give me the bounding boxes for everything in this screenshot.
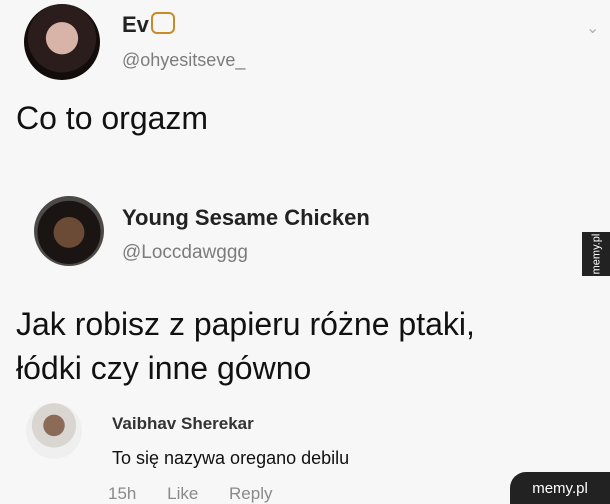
comment-text: To się nazywa oregano debilu bbox=[112, 448, 350, 468]
avatar[interactable] bbox=[34, 196, 104, 266]
display-name[interactable]: Ev bbox=[122, 12, 175, 38]
tweet-text-line: łódki czy inne gówno bbox=[16, 350, 312, 386]
commenter-avatar[interactable] bbox=[26, 403, 82, 459]
watermark-corner: memy.pl bbox=[510, 472, 610, 504]
tweet-text-line: Jak robisz z papieru różne ptaki, bbox=[16, 306, 475, 342]
comment-time: 15h bbox=[108, 484, 137, 503]
display-name-text: Ev bbox=[122, 12, 149, 37]
user-handle[interactable]: @Loccdawggg bbox=[122, 242, 248, 264]
tweet-text: Co to orgazm bbox=[16, 100, 209, 136]
chevron-down-icon[interactable]: ⌄ bbox=[586, 18, 599, 38]
display-name[interactable]: Young Sesame Chicken bbox=[122, 205, 370, 231]
watermark-text: memy.pl bbox=[590, 233, 602, 275]
user-handle[interactable]: @ohyesitseve_ bbox=[122, 50, 245, 71]
commenter-name[interactable]: Vaibhav Sherekar bbox=[112, 414, 254, 434]
lion-face-icon bbox=[150, 12, 175, 34]
tweet-text: Jak robisz z papieru różne ptaki, łódki … bbox=[16, 302, 576, 390]
avatar[interactable] bbox=[24, 4, 100, 80]
reply-button[interactable]: Reply bbox=[229, 484, 272, 503]
comment-actions: 15h Like Reply bbox=[108, 484, 299, 504]
watermark-side: memy.pl bbox=[582, 232, 610, 276]
like-button[interactable]: Like bbox=[167, 484, 198, 503]
